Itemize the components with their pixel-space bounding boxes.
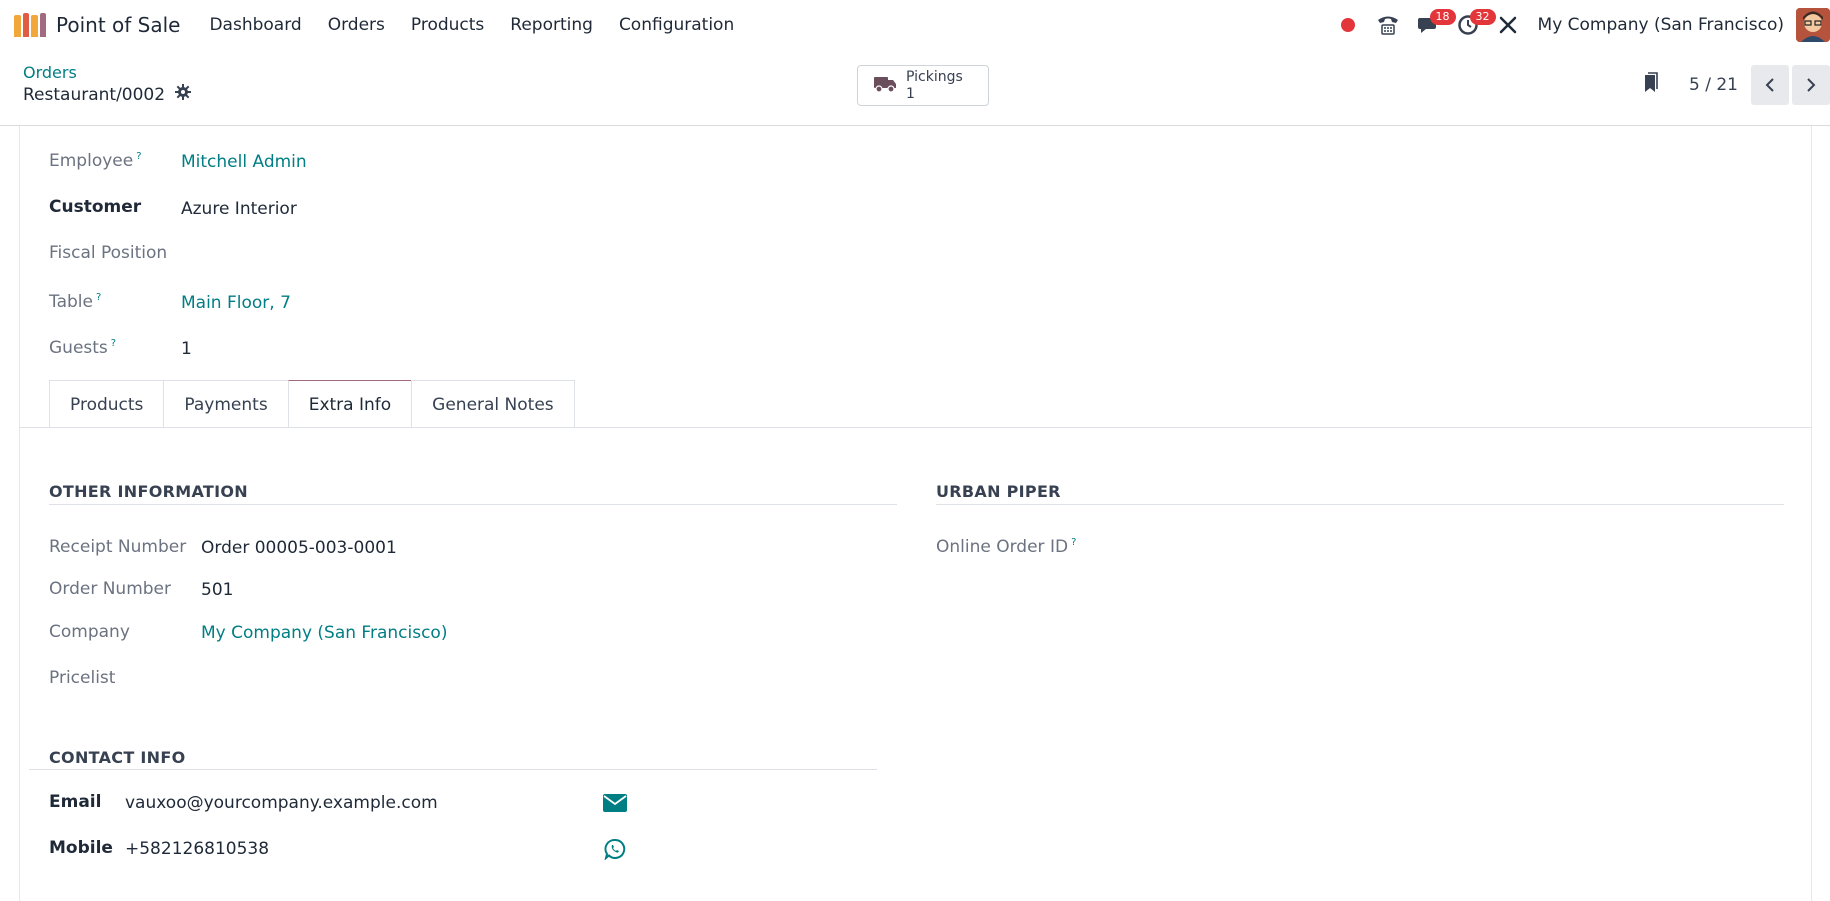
section-divider	[29, 769, 877, 770]
form-sheet	[19, 126, 1812, 901]
phone-icon[interactable]	[1368, 0, 1408, 50]
pager-next-button[interactable]	[1792, 65, 1830, 105]
pos-app-icon	[14, 13, 46, 37]
urban-piper-title: URBAN PIPER	[936, 482, 1061, 501]
employee-label: Employee?	[49, 151, 142, 171]
section-divider	[49, 504, 897, 505]
company-value[interactable]: My Company (San Francisco)	[201, 623, 447, 643]
gear-icon[interactable]	[175, 84, 192, 105]
control-panel: Orders Restaurant/0002 Pickings 1 5 / 21	[0, 50, 1830, 126]
pickings-text: Pickings 1	[906, 69, 963, 103]
top-navbar: Point of Sale Dashboard Orders Products …	[0, 0, 1830, 50]
clock-icon[interactable]: 32	[1448, 0, 1496, 50]
company-label: Company	[49, 622, 130, 642]
pager-previous-button[interactable]	[1751, 65, 1789, 105]
company-switcher[interactable]: My Company (San Francisco)	[1538, 15, 1784, 35]
receipt-number-value: Order 00005-003-0001	[201, 538, 397, 558]
mobile-label: Mobile	[49, 838, 113, 858]
order-number-value: 501	[201, 580, 234, 600]
table-value[interactable]: Main Floor, 7	[181, 293, 291, 313]
whatsapp-icon[interactable]	[604, 838, 626, 864]
app-brand[interactable]: Point of Sale	[14, 13, 196, 37]
pricelist-label: Pricelist	[49, 668, 116, 688]
notebook-tabs: Products Payments Extra Info General Not…	[49, 380, 575, 428]
menu-products[interactable]: Products	[398, 15, 497, 35]
other-information-title: OTHER INFORMATION	[49, 482, 248, 501]
guests-label: Guests?	[49, 338, 117, 358]
fiscal-position-label: Fiscal Position	[49, 243, 168, 263]
envelope-icon[interactable]	[603, 794, 627, 816]
breadcrumb-orders[interactable]: Orders	[23, 63, 77, 82]
tab-extra-info[interactable]: Extra Info	[287, 380, 413, 428]
email-value[interactable]: vauxoo@yourcompany.example.com	[125, 793, 438, 813]
receipt-number-label: Receipt Number	[49, 537, 187, 557]
table-label: Table?	[49, 292, 102, 312]
bookmark-icon[interactable]	[1641, 72, 1661, 98]
tab-products[interactable]: Products	[49, 380, 165, 428]
order-number-label: Order Number	[49, 579, 172, 599]
truck-icon	[873, 74, 897, 98]
chat-icon[interactable]: 18	[1408, 0, 1456, 50]
employee-value[interactable]: Mitchell Admin	[181, 152, 307, 172]
status-dot-icon[interactable]	[1328, 0, 1368, 50]
menu-orders[interactable]: Orders	[315, 15, 398, 35]
pickings-button[interactable]: Pickings 1	[857, 65, 989, 106]
customer-label: Customer	[49, 197, 142, 217]
systray: 18 32 My Company (San Francisco)	[1328, 0, 1830, 50]
tab-general-notes[interactable]: General Notes	[411, 380, 575, 428]
pager-value[interactable]: 5 / 21	[1689, 75, 1738, 95]
menu-configuration[interactable]: Configuration	[606, 15, 747, 35]
record-title: Restaurant/0002	[23, 84, 192, 105]
pickings-label: Pickings	[906, 68, 963, 85]
chevron-right-icon	[1807, 78, 1816, 92]
chevron-left-icon	[1765, 78, 1774, 92]
tab-payments[interactable]: Payments	[163, 380, 289, 428]
guests-value[interactable]: 1	[181, 339, 192, 359]
online-order-id-label: Online Order ID?	[936, 537, 1077, 557]
record-name: Restaurant/0002	[23, 84, 166, 105]
pager: 5 / 21	[1641, 65, 1830, 105]
mobile-value[interactable]: +582126810538	[125, 839, 269, 859]
app-title: Point of Sale	[56, 13, 181, 37]
pickings-count: 1	[906, 85, 915, 102]
tools-icon[interactable]	[1488, 0, 1528, 50]
menu-reporting[interactable]: Reporting	[497, 15, 606, 35]
contact-info-title: CONTACT INFO	[49, 748, 186, 767]
user-avatar[interactable]	[1796, 8, 1830, 42]
section-divider	[936, 504, 1784, 505]
tab-divider	[19, 427, 1812, 428]
customer-value[interactable]: Azure Interior	[181, 199, 297, 219]
menu-dashboard[interactable]: Dashboard	[196, 15, 314, 35]
email-label: Email	[49, 792, 102, 812]
